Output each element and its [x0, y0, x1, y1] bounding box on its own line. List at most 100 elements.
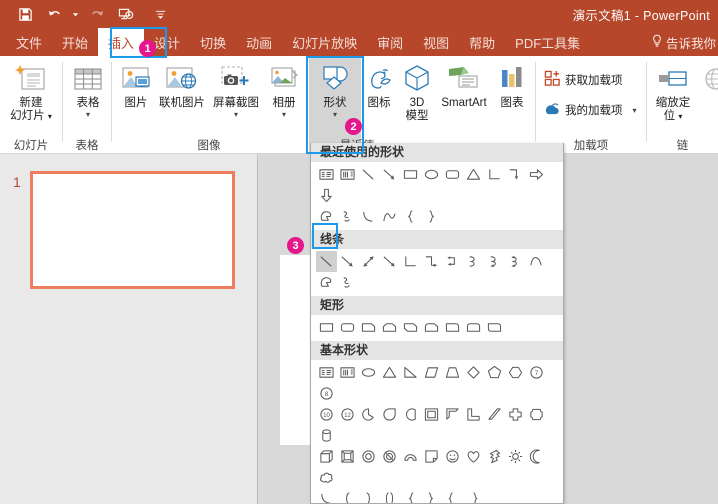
photo-album-button[interactable]: 相册 ▾	[264, 59, 304, 119]
shape-isosceles-triangle[interactable]	[379, 362, 400, 383]
shape-moon[interactable]	[526, 446, 547, 467]
shape-curved-connector[interactable]	[463, 251, 484, 272]
shape-left-bracket[interactable]	[337, 488, 358, 504]
tab-slideshow[interactable]: 幻灯片放映	[282, 28, 367, 56]
shape-snip-diagonal-corner-rect[interactable]	[400, 317, 421, 338]
link-button[interactable]	[699, 59, 718, 95]
slide-thumbnail-1[interactable]	[30, 171, 235, 289]
tab-insert[interactable]: 插入	[98, 28, 144, 56]
shape-triangle[interactable]	[463, 164, 484, 185]
shape-lightning-bolt[interactable]	[484, 446, 505, 467]
shape-heart[interactable]	[463, 446, 484, 467]
tell-me-search[interactable]: 告诉我你	[651, 28, 718, 56]
my-addins-caret-icon[interactable]: ▾	[633, 107, 637, 115]
undo-icon[interactable]	[43, 3, 65, 25]
shape-heptagon[interactable]: 7	[526, 362, 547, 383]
shape-down-arrow[interactable]	[316, 185, 337, 206]
shape-right-bracket[interactable]	[358, 488, 379, 504]
shape-can[interactable]	[316, 425, 337, 446]
shape-rounded-rectangle[interactable]	[442, 164, 463, 185]
shape-pentagon[interactable]	[484, 362, 505, 383]
shape-line[interactable]	[358, 164, 379, 185]
shape-arc[interactable]	[358, 206, 379, 227]
shape-line-double-arrow[interactable]	[358, 251, 379, 272]
my-addins-button[interactable]: 我的加载项 ▾	[544, 100, 637, 120]
save-icon[interactable]	[14, 3, 36, 25]
shape-snip-same-side-corner-rect[interactable]	[379, 317, 400, 338]
shape-cloud[interactable]	[316, 467, 337, 488]
shape-round-same-side-corner-rect[interactable]	[463, 317, 484, 338]
shape-line-arrow[interactable]	[379, 164, 400, 185]
shape-frame[interactable]	[421, 404, 442, 425]
table-button[interactable]: 表格 ▾	[69, 59, 107, 119]
shape-chord[interactable]	[400, 404, 421, 425]
shape-curve[interactable]	[379, 206, 400, 227]
shape-rect[interactable]	[316, 317, 337, 338]
shape-no-symbol[interactable]	[379, 446, 400, 467]
shape-curved-arrow-connector[interactable]	[484, 251, 505, 272]
shape-trapezoid[interactable]	[442, 362, 463, 383]
shape-block-arc[interactable]	[400, 446, 421, 467]
picture-button[interactable]: 图片	[116, 59, 156, 110]
shape-right-brace-2[interactable]	[421, 488, 442, 504]
screenshot-button[interactable]: 屏幕截图 ▾	[210, 59, 262, 119]
shape-diamond[interactable]	[463, 362, 484, 383]
get-addins-button[interactable]: 获取加载项	[544, 70, 623, 90]
shape-cube[interactable]	[316, 446, 337, 467]
shape-line-arrow-3[interactable]	[379, 251, 400, 272]
shape-folded-corner[interactable]	[421, 446, 442, 467]
shape-diagonal-stripe[interactable]	[484, 404, 505, 425]
shape-half-frame[interactable]	[442, 404, 463, 425]
shape-bevel[interactable]	[337, 446, 358, 467]
shape-arc-3[interactable]	[316, 488, 337, 504]
shape-oval[interactable]	[421, 164, 442, 185]
tab-home[interactable]: 开始	[52, 28, 98, 56]
table-caret-icon[interactable]: ▾	[86, 111, 90, 119]
new-slide-button[interactable]: 新建幻灯片 ▾	[8, 59, 54, 123]
icons-button[interactable]: 图标	[359, 59, 399, 110]
shape-scribble-2[interactable]	[337, 272, 358, 293]
shape-dodecagon[interactable]: 12	[337, 404, 358, 425]
tab-pdf-toolkit[interactable]: PDF工具集	[505, 28, 590, 56]
photo-album-caret-icon[interactable]: ▾	[282, 111, 286, 119]
shape-teardrop[interactable]	[379, 404, 400, 425]
shape-elbow-connector[interactable]	[484, 164, 505, 185]
shape-text-box[interactable]	[316, 164, 337, 185]
shape-round-diagonal-corner-rect[interactable]	[484, 317, 505, 338]
screenshot-caret-icon[interactable]: ▾	[234, 111, 238, 119]
tab-review[interactable]: 审阅	[367, 28, 413, 56]
shape-decagon[interactable]: 10	[316, 404, 337, 425]
shape-pie[interactable]	[358, 404, 379, 425]
shape-l-shape[interactable]	[463, 404, 484, 425]
shape-snip-and-round-single-corner-rect[interactable]	[421, 317, 442, 338]
shape-round-single-corner-rect[interactable]	[442, 317, 463, 338]
shape-line-selected[interactable]	[316, 251, 337, 272]
shape-left-brace[interactable]	[400, 206, 421, 227]
undo-dropdown-icon[interactable]	[72, 3, 79, 25]
shape-line-arrow-2[interactable]	[337, 251, 358, 272]
chart-button[interactable]: 图表	[493, 59, 531, 110]
tab-help[interactable]: 帮助	[459, 28, 505, 56]
tab-file[interactable]: 文件	[6, 28, 52, 56]
zoom-button[interactable]: 缩放定位 ▾	[651, 59, 695, 123]
shape-elbow-arrow-connector-2[interactable]	[421, 251, 442, 272]
shape-double-brace[interactable]	[442, 488, 463, 504]
shape-elbow-double-arrow-connector[interactable]	[442, 251, 463, 272]
shape-left-brace-2[interactable]	[400, 488, 421, 504]
shape-right-triangle[interactable]	[400, 362, 421, 383]
shapes-button[interactable]: 形状 ▾	[314, 59, 356, 119]
shape-scribble[interactable]	[337, 206, 358, 227]
shape-smiley-face[interactable]	[442, 446, 463, 467]
shape-sun[interactable]	[505, 446, 526, 467]
shape-rectangle[interactable]	[400, 164, 421, 185]
shape-freeform-2[interactable]	[316, 272, 337, 293]
3d-model-button[interactable]: 3D模型	[399, 59, 435, 123]
shape-donut[interactable]	[358, 446, 379, 467]
shape-double-brace-right[interactable]	[463, 488, 484, 504]
shape-elbow-arrow-connector[interactable]	[505, 164, 526, 185]
shape-text-box-2[interactable]	[316, 362, 337, 383]
start-presentation-icon[interactable]	[115, 3, 137, 25]
shape-snip-single-corner-rect[interactable]	[358, 317, 379, 338]
shape-plaque[interactable]	[526, 404, 547, 425]
shape-elbow-connector-2[interactable]	[400, 251, 421, 272]
